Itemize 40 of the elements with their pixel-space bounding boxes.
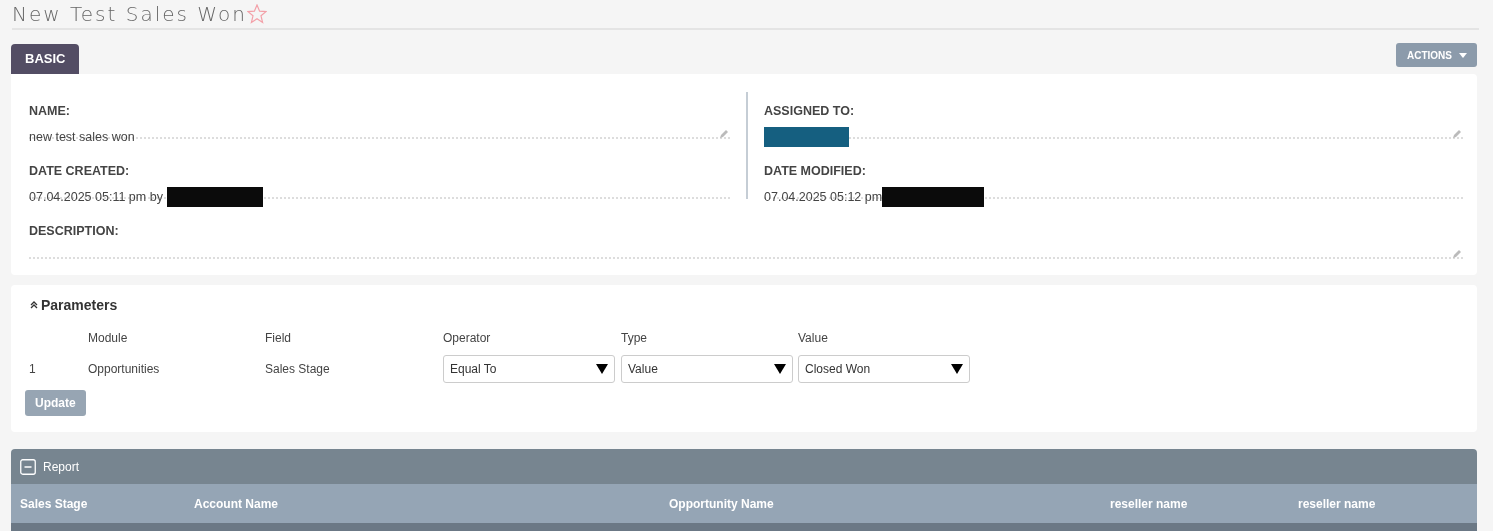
dropdown-arrow-icon — [596, 364, 608, 374]
field-value: 07.04.2025 05:11 pm by — [29, 190, 163, 204]
field-label: DATE MODIFIED: — [764, 164, 867, 178]
column-header[interactable]: Account Name — [194, 496, 669, 511]
column-header[interactable]: Opportunity Name — [669, 496, 1110, 511]
column-header: Operator — [443, 331, 492, 345]
tab[interactable]: BASIC — [11, 44, 80, 74]
redacted-link[interactable] — [764, 127, 849, 147]
field-label: NAME: — [29, 104, 71, 118]
field-label: DATE CREATED: — [29, 164, 131, 178]
caret-icon — [1459, 52, 1467, 58]
table-cell-text: Opportunities — [88, 362, 161, 376]
collapse-icon[interactable] — [20, 458, 36, 475]
pencil-icon[interactable] — [1451, 128, 1463, 140]
section-title: Parameters — [41, 297, 118, 313]
row-number: 1 — [29, 362, 37, 376]
field-value: 07.04.2025 05:12 pm — [764, 190, 883, 204]
update-button[interactable]: Update — [25, 390, 86, 416]
table-cell-text: Sales Stage — [265, 362, 331, 376]
field-label: ASSIGNED TO: — [764, 104, 856, 118]
column-header: Module — [88, 331, 129, 345]
column-header: Type — [621, 331, 648, 345]
column-header[interactable]: Sales Stage — [20, 496, 194, 511]
actions-button[interactable]: ACTIONS — [1396, 43, 1477, 67]
column-header: Field — [265, 331, 292, 345]
pencil-icon[interactable] — [718, 128, 730, 140]
field-value: new test sales won — [29, 130, 135, 144]
column-header: Value — [798, 331, 829, 345]
dropdown[interactable]: Closed Won — [798, 355, 970, 383]
column-header[interactable]: reseller name — [1298, 496, 1477, 511]
dropdown-arrow-icon — [951, 364, 963, 374]
dropdown[interactable]: Value — [621, 355, 793, 383]
field-label: DESCRIPTION: — [29, 224, 120, 238]
page-title: New Test Sales Won — [12, 2, 247, 26]
pencil-icon[interactable] — [1451, 248, 1463, 260]
dropdown[interactable]: Equal To — [443, 355, 615, 383]
chevron-icon[interactable] — [29, 300, 39, 310]
dropdown-arrow-icon — [774, 364, 786, 374]
column-header[interactable]: reseller name — [1110, 496, 1298, 511]
section-title: Report — [43, 459, 80, 474]
